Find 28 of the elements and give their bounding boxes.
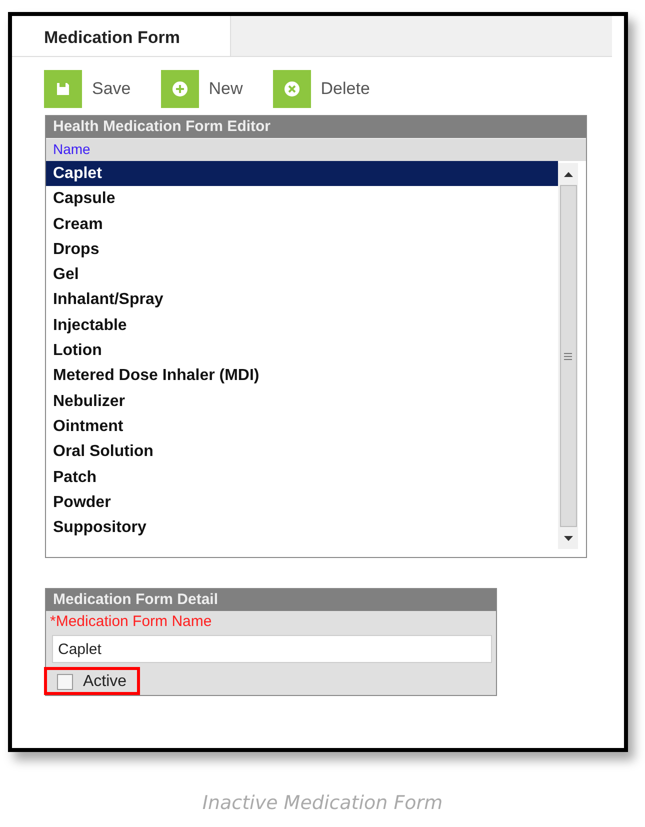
list-item[interactable]: Gel bbox=[46, 262, 558, 288]
list-item[interactable]: Metered Dose Inhaler (MDI) bbox=[46, 363, 558, 389]
panel-title: Medication Form Detail bbox=[46, 589, 496, 611]
scroll-thumb[interactable] bbox=[560, 185, 576, 527]
list-item[interactable]: Injectable bbox=[46, 312, 558, 338]
list-item[interactable]: Caplet bbox=[46, 161, 558, 186]
new-button[interactable]: New bbox=[160, 71, 243, 107]
tab[interactable]: Medication Form bbox=[12, 16, 231, 56]
list-item[interactable]: Powder bbox=[46, 490, 558, 516]
delete-button[interactable]: Delete bbox=[272, 71, 370, 107]
active-checkbox[interactable]: Active bbox=[44, 667, 140, 695]
list-item[interactable]: Cream bbox=[46, 212, 558, 237]
panel-title: Health Medication Form Editor bbox=[46, 116, 586, 138]
column-header[interactable]: Name bbox=[46, 138, 586, 161]
list-item[interactable]: Oral Solution bbox=[46, 439, 558, 465]
list-item[interactable]: Capsule bbox=[46, 186, 558, 212]
list-item[interactable]: Nebulizer bbox=[46, 388, 558, 414]
save-button[interactable]: Save bbox=[44, 71, 131, 107]
list-item[interactable]: Patch bbox=[46, 464, 558, 490]
list-item[interactable]: Suppository bbox=[46, 515, 558, 540]
figure-caption: Inactive Medication Form bbox=[201, 792, 444, 814]
name-field[interactable]: Caplet bbox=[52, 635, 492, 663]
list-item[interactable]: Lotion bbox=[46, 338, 558, 364]
field-label: *Medication Form Name bbox=[49, 612, 213, 632]
list-item[interactable]: Inhalant/Spray bbox=[46, 287, 558, 313]
scrollbar[interactable] bbox=[558, 163, 578, 549]
list-item[interactable]: Ointment bbox=[46, 414, 558, 440]
list-item[interactable]: Drops bbox=[46, 236, 558, 262]
